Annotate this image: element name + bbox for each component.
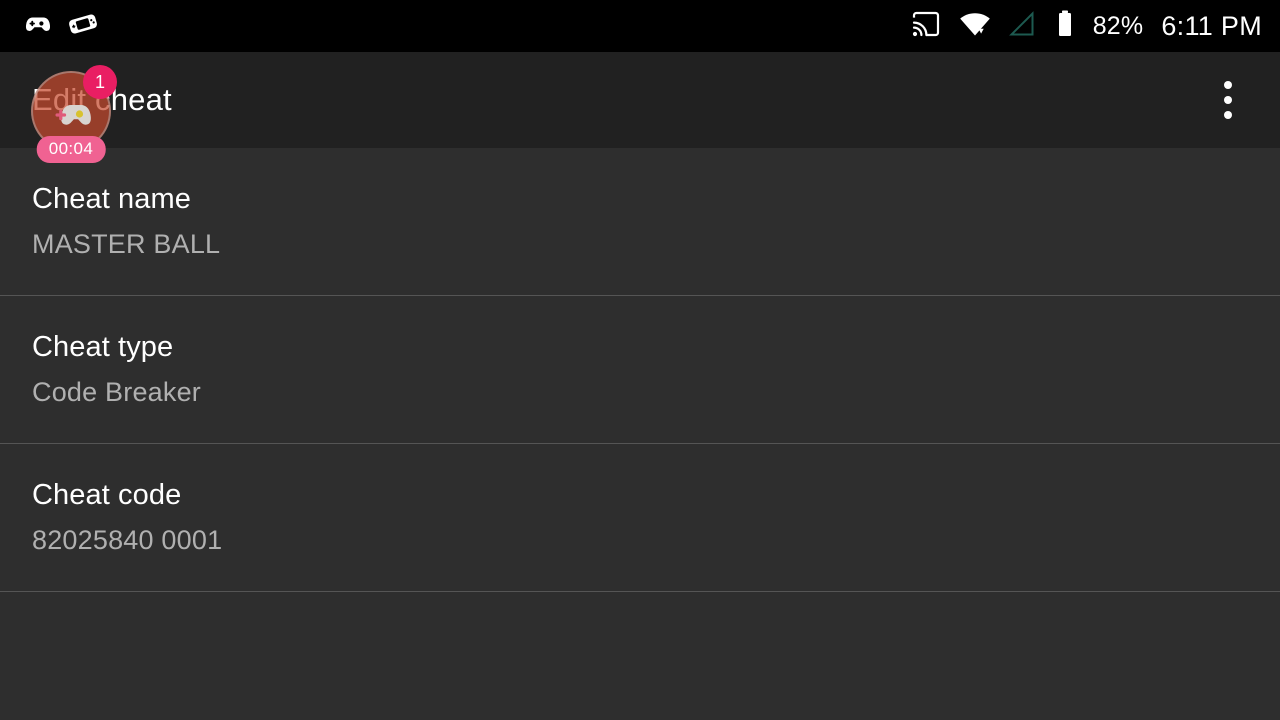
battery-icon (1055, 9, 1075, 44)
signal-icon (1008, 10, 1037, 43)
app-toolbar: Edit cheat (0, 52, 1280, 148)
list-item-cheat-type[interactable]: Cheat type Code Breaker (0, 296, 1280, 443)
cast-icon (911, 10, 941, 43)
status-bar-notifications (0, 8, 100, 45)
handheld-console-icon (66, 8, 100, 45)
list-item-value: 82025840 0001 (32, 524, 223, 555)
floating-recorder-widget[interactable]: 1 00:04 (31, 65, 117, 163)
overflow-menu-button[interactable] (1204, 76, 1252, 124)
cheat-settings-list: Cheat name MASTER BALL Cheat type Code B… (0, 148, 1280, 720)
list-item-cheat-code[interactable]: Cheat code 82025840 0001 (0, 444, 1280, 591)
list-item-title: Cheat type (32, 331, 174, 364)
status-bar: 82% 6:11 PM (0, 0, 1280, 52)
status-bar-system: 82% 6:11 PM (911, 9, 1280, 44)
list-item-title: Cheat name (32, 183, 191, 216)
overflow-dot (1224, 111, 1232, 119)
floating-widget-badge[interactable]: 1 (83, 65, 117, 99)
battery-percent: 82% (1092, 11, 1144, 40)
status-bar-clock: 6:11 PM (1161, 10, 1262, 41)
list-item-title: Cheat code (32, 479, 182, 512)
list-divider (0, 591, 1280, 592)
overflow-dot (1224, 81, 1232, 89)
wifi-icon (959, 10, 991, 43)
recording-timer[interactable]: 00:04 (36, 136, 106, 163)
list-item-value: MASTER BALL (32, 228, 221, 259)
list-item-cheat-name[interactable]: Cheat name MASTER BALL (0, 148, 1280, 295)
list-item-value: Code Breaker (32, 376, 201, 407)
gamepad-icon (20, 8, 52, 45)
overflow-dot (1224, 96, 1232, 104)
